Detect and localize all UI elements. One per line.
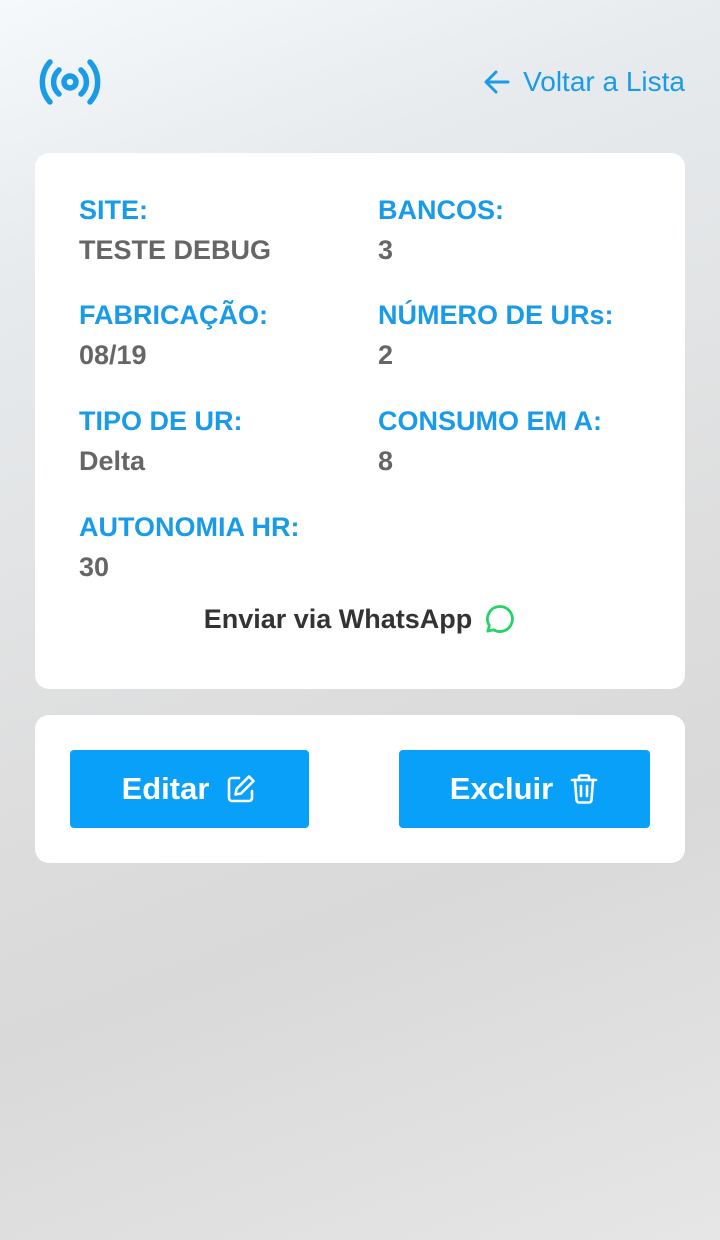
numero-urs-label: NÚMERO DE URs: [378, 300, 614, 330]
send-whatsapp-link[interactable]: Enviar via WhatsApp [35, 603, 685, 635]
whatsapp-icon [486, 605, 515, 633]
autonomia-field: AUTONOMIA HR: 30 [79, 511, 359, 583]
arrow-left-icon [484, 70, 510, 94]
consumo-field: CONSUMO EM A: 8 [378, 405, 658, 477]
consumo-label: CONSUMO EM A: [378, 406, 602, 436]
fabricacao-label: FABRICAÇÃO: [79, 300, 268, 330]
tipo-ur-field: TIPO DE UR: Delta [79, 405, 359, 477]
delete-button[interactable]: Excluir [399, 750, 650, 828]
numero-urs-value: 2 [378, 340, 394, 370]
edit-button-label: Editar [121, 771, 210, 806]
bancos-field: BANCOS: 3 [378, 194, 658, 266]
back-link-label: Voltar a Lista [523, 66, 685, 97]
site-value: TESTE DEBUG [79, 235, 272, 265]
consumo-value: 8 [378, 446, 394, 476]
whatsapp-label: Enviar via WhatsApp [203, 603, 473, 634]
site-field: SITE: TESTE DEBUG [79, 194, 359, 266]
tipo-ur-label: TIPO DE UR: [79, 406, 243, 436]
site-label: SITE: [79, 195, 149, 225]
top-bar: Voltar a Lista [0, 0, 720, 150]
edit-icon [228, 775, 256, 803]
autonomia-label: AUTONOMIA HR: [79, 512, 300, 542]
edit-button[interactable]: Editar [70, 750, 309, 828]
numero-urs-field: NÚMERO DE URs: 2 [378, 299, 658, 371]
broadcast-signal-icon [36, 56, 104, 108]
trash-icon [570, 774, 598, 804]
fabricacao-field: FABRICAÇÃO: 08/19 [79, 299, 359, 371]
back-to-list-link[interactable]: Voltar a Lista [483, 66, 685, 98]
delete-button-label: Excluir [449, 771, 554, 806]
autonomia-value: 30 [79, 552, 110, 582]
actions-card: Editar Excluir [35, 715, 685, 863]
bancos-value: 3 [378, 235, 394, 265]
fabricacao-value: 08/19 [79, 340, 147, 370]
bancos-label: BANCOS: [378, 195, 504, 225]
tipo-ur-value: Delta [79, 446, 146, 476]
site-details-card: SITE: TESTE DEBUG BANCOS: 3 FABRICAÇÃO: … [35, 153, 685, 689]
